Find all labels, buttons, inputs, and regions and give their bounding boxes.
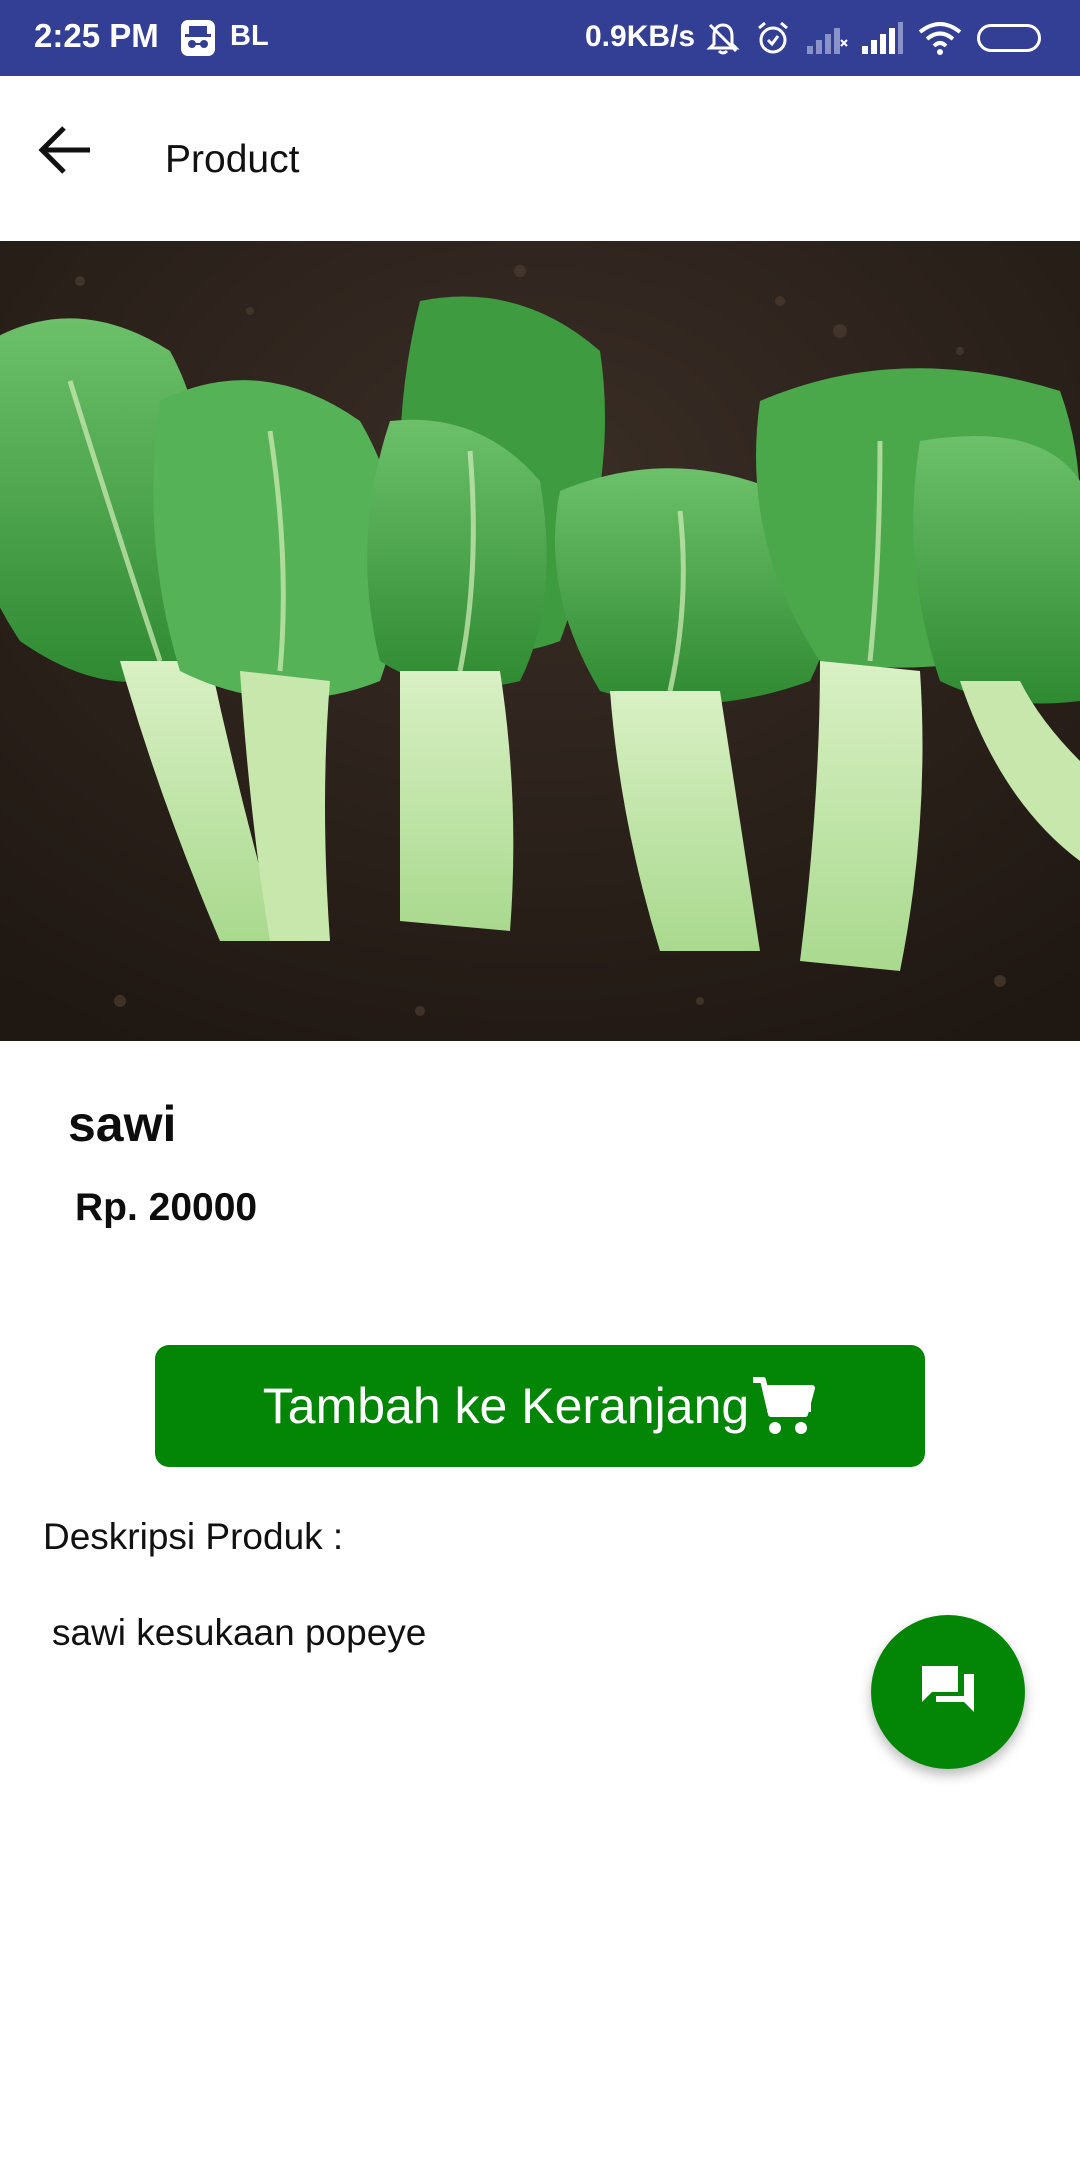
battery-level: 62 (997, 26, 1021, 49)
product-price: Rp. 20000 (75, 1186, 258, 1229)
signal-weak-icon (805, 20, 849, 61)
description-label: Deskripsi Produk : (43, 1516, 344, 1557)
wifi-icon (918, 20, 962, 61)
alarm-icon (755, 20, 791, 61)
back-button[interactable] (36, 120, 124, 200)
chat-icon (918, 1662, 978, 1723)
page-title: Product (165, 138, 300, 181)
status-bar: 2:25 PM BL 0.9KB/s 62 (0, 0, 1080, 76)
add-to-cart-label: Tambah ke Keranjang (262, 1378, 750, 1434)
add-to-cart-button[interactable]: Tambah ke Keranjang (155, 1345, 925, 1467)
incognito-icon (180, 19, 216, 57)
carrier-label: BL (230, 20, 269, 52)
status-time: 2:25 PM (34, 17, 159, 54)
cart-icon (749, 1372, 817, 1440)
signal-strong-icon (860, 20, 904, 61)
product-image (0, 241, 1080, 1041)
battery-icon: 62 (977, 24, 1041, 52)
network-speed: 0.9KB/s (585, 20, 696, 53)
app-toolbar: Product (0, 76, 1080, 241)
arrow-back-icon (36, 126, 96, 184)
product-name: sawi (68, 1096, 177, 1152)
product-description: sawi kesukaan popeye (52, 1612, 427, 1653)
mute-bell-icon (705, 20, 741, 61)
chat-fab-button[interactable] (871, 1615, 1025, 1769)
